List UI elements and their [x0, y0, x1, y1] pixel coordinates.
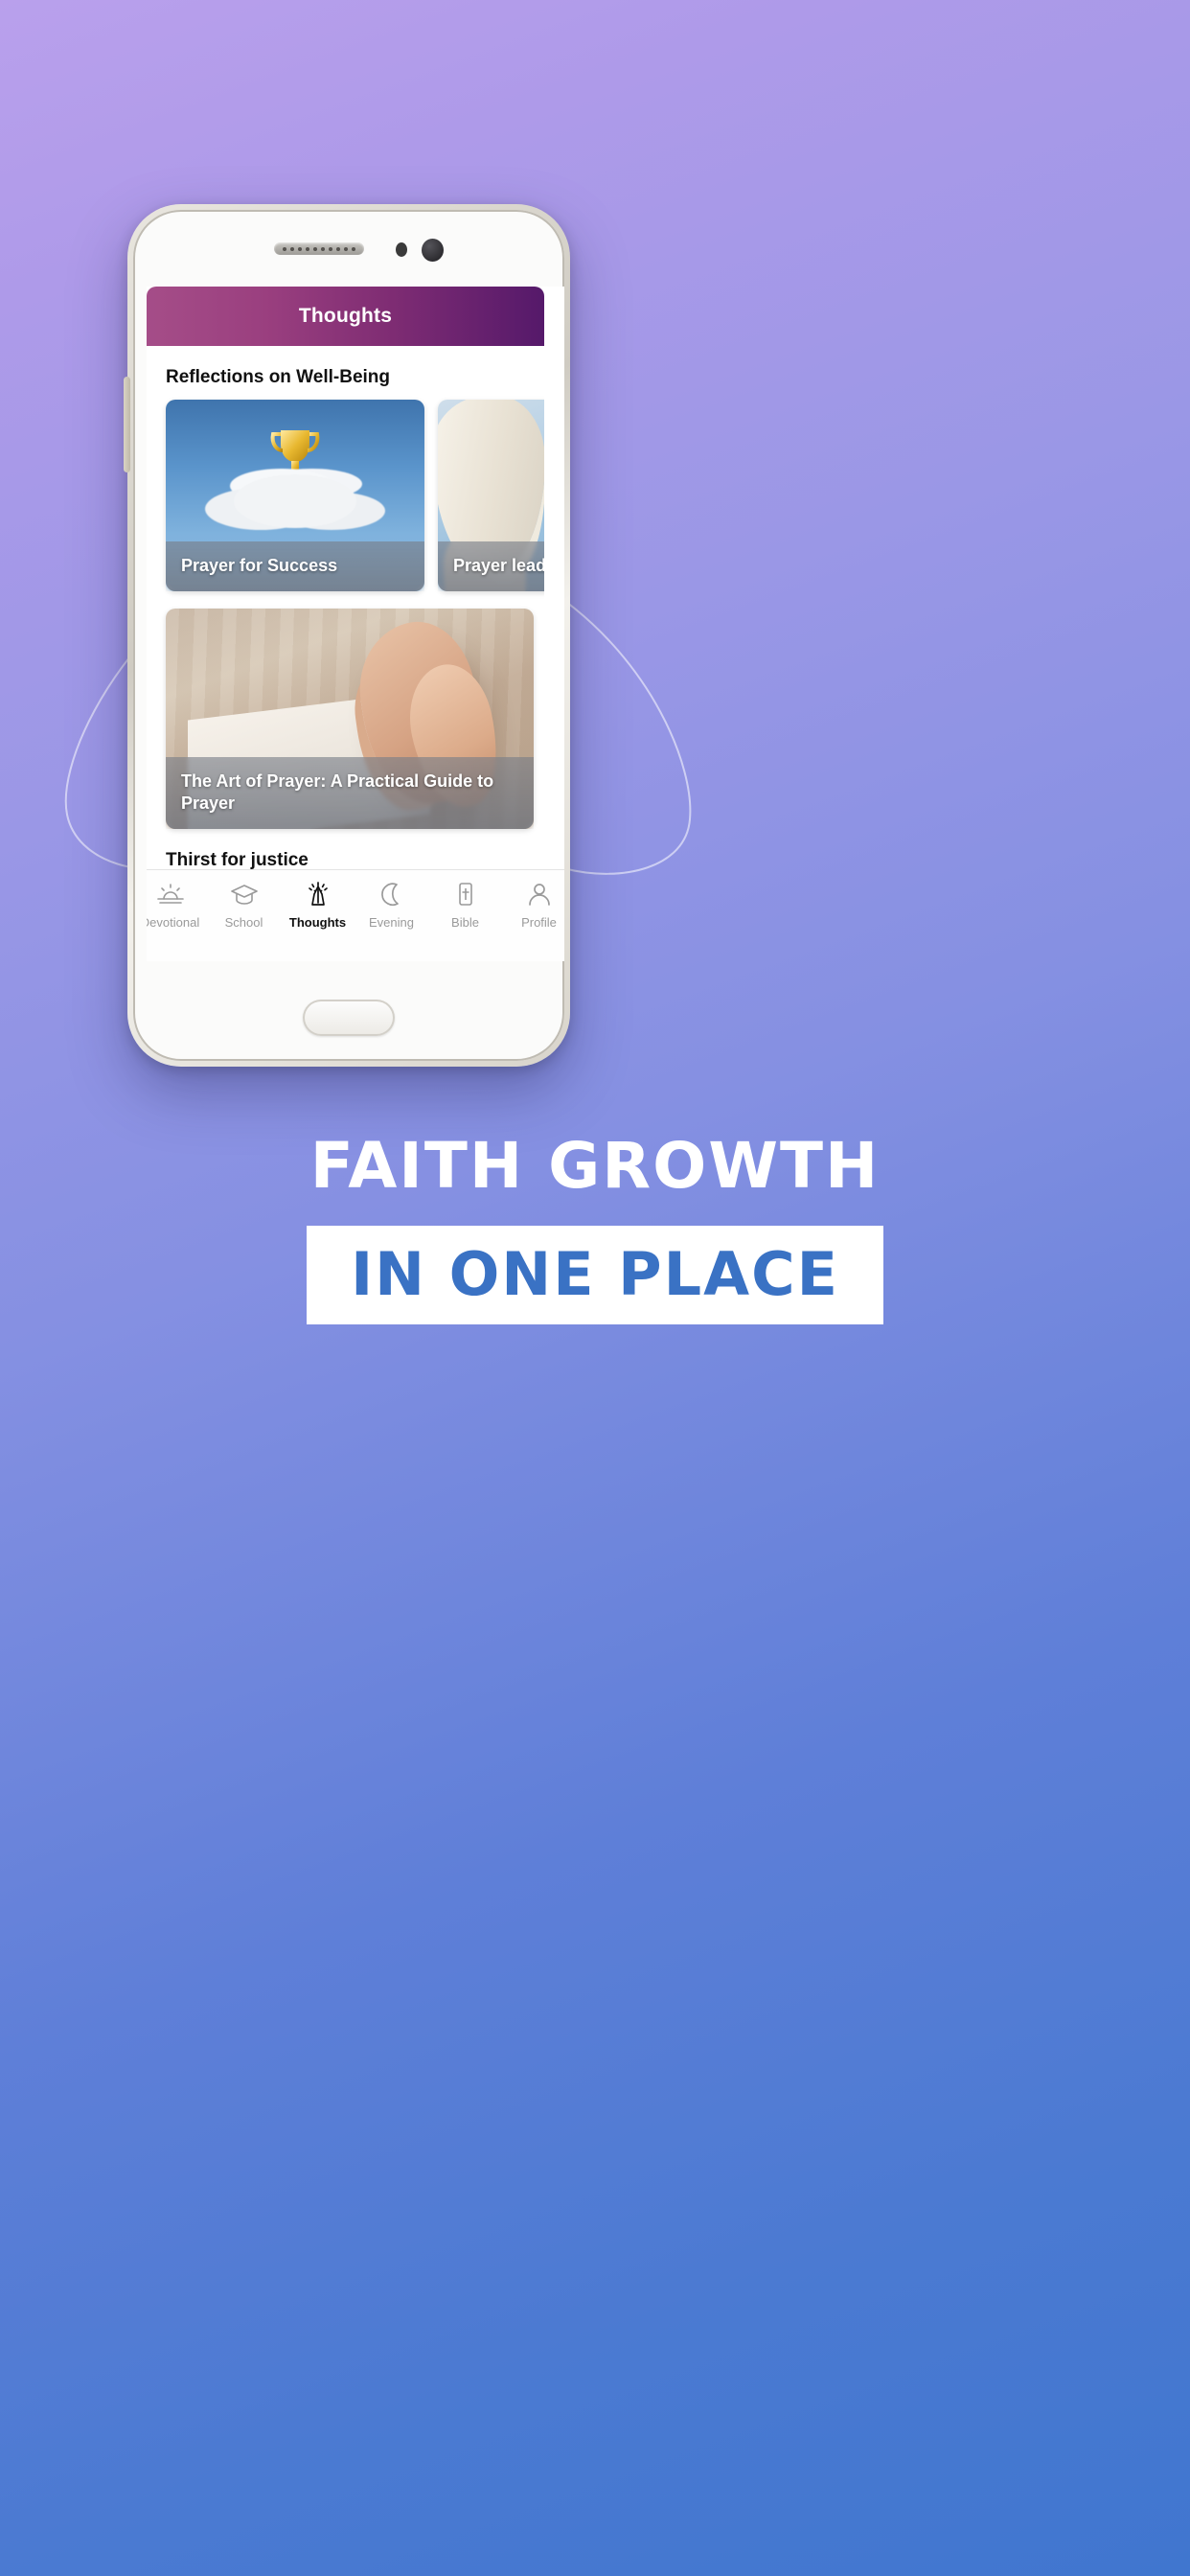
card-title: Prayer for Success	[166, 540, 424, 591]
promo-headline: FAITH GROWTH IN ONE PLACE	[0, 1129, 1190, 1324]
praying-hands-icon	[308, 882, 328, 906]
person-icon	[528, 884, 550, 906]
moon-icon	[380, 883, 399, 907]
nav-item-profile[interactable]: Profile	[502, 882, 564, 930]
app-screen: Thoughts Reflections on Well-Being Praye…	[147, 287, 564, 961]
headline-line-2-box: IN ONE PLACE	[307, 1226, 883, 1324]
nav-label: Evening	[369, 915, 414, 930]
sunrise-icon	[156, 884, 184, 904]
nav-item-thoughts[interactable]: Thoughts	[281, 882, 355, 930]
nav-label: Bible	[451, 915, 479, 930]
headline-line-1: FAITH GROWTH	[309, 1129, 881, 1203]
card-title: Prayer leads to success and	[438, 540, 544, 591]
speaker-grille-icon	[274, 242, 364, 255]
home-button[interactable]	[303, 1000, 395, 1036]
nav-item-bible[interactable]: Bible	[428, 882, 502, 930]
nav-label: Profile	[521, 915, 557, 930]
graduation-cap-icon	[230, 885, 258, 905]
bible-cross-icon	[458, 883, 472, 906]
card-row-wellbeing: Prayer for Success Prayer leads to succe…	[147, 400, 544, 591]
phone-screen-frame: Thoughts Reflections on Well-Being Praye…	[133, 210, 564, 1061]
front-camera-icon	[422, 239, 444, 262]
nav-label: School	[224, 915, 263, 930]
cloud-shape	[234, 474, 356, 528]
card-title: The Art of Prayer: A Practical Guide to …	[166, 757, 534, 829]
page-title: Thoughts	[298, 305, 393, 327]
phone-mockup: Thoughts Reflections on Well-Being Praye…	[124, 204, 570, 1067]
section-title-wellbeing: Reflections on Well-Being	[166, 367, 391, 387]
card-prayer-leads-to-success[interactable]: Prayer leads to success and	[438, 400, 544, 591]
nav-label: Thoughts	[288, 915, 347, 930]
proximity-sensor-icon	[396, 242, 407, 257]
nav-item-school[interactable]: School	[207, 882, 281, 930]
nav-label: Devotional	[147, 915, 200, 930]
card-art-of-prayer[interactable]: The Art of Prayer: A Practical Guide to …	[166, 609, 534, 829]
app-header: Thoughts	[147, 287, 544, 346]
volume-button[interactable]	[124, 377, 130, 472]
nav-item-evening[interactable]: Evening	[355, 882, 428, 930]
headline-line-2: IN ONE PLACE	[351, 1239, 839, 1309]
card-prayer-for-success[interactable]: Prayer for Success	[166, 400, 424, 591]
bottom-navigation: Devotional School	[147, 869, 564, 961]
card-row-art-of-prayer: The Art of Prayer: A Practical Guide to …	[147, 591, 544, 829]
nav-item-devotional[interactable]: Devotional	[147, 882, 207, 930]
